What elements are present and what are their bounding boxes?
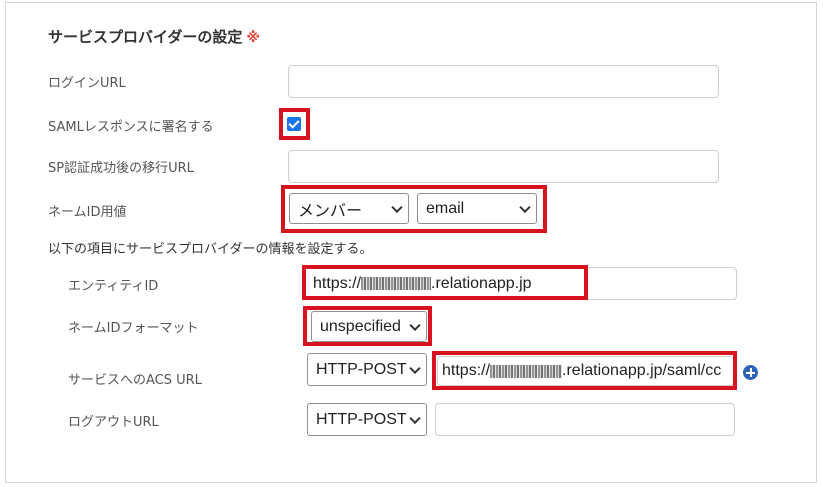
- name-id-source-value: メンバー: [298, 202, 363, 220]
- acs-url-value: https:// .relationapp.jp/saml/cc: [442, 357, 729, 385]
- acs-url-suffix: .relationapp.jp/saml/cc: [562, 362, 722, 379]
- entity-id-value: https:// .relationapp.jp: [313, 268, 728, 299]
- redacted-text: [361, 277, 432, 290]
- name-id-format-value: unspecified: [320, 317, 401, 335]
- redacted-text: [490, 364, 563, 378]
- section-title-text: サービスプロバイダーの設定: [48, 28, 243, 46]
- required-mark: ※: [246, 30, 261, 46]
- section-title: サービスプロバイダーの設定 ※: [48, 26, 260, 47]
- name-id-format-label: ネームIDフォーマット: [68, 321, 199, 336]
- acs-url-input[interactable]: https:// .relationapp.jp/saml/cc: [437, 356, 734, 386]
- logout-url-method-select[interactable]: HTTP-POST: [307, 403, 427, 436]
- name-id-source-select[interactable]: メンバー: [289, 193, 409, 224]
- acs-url-prefix: https://: [442, 362, 491, 379]
- chevron-down-icon: [409, 319, 421, 331]
- name-id-field-value: email: [426, 199, 465, 217]
- info-text: 以下の項目にサービスプロバイダーの情報を設定する。: [48, 242, 373, 257]
- name-id-format-select[interactable]: unspecified: [311, 311, 427, 342]
- name-id-field-select[interactable]: email: [417, 193, 537, 224]
- acs-url-label: サービスへのACS URL: [68, 373, 202, 388]
- entity-id-input[interactable]: https:// .relationapp.jp: [304, 267, 737, 300]
- chevron-down-icon: [391, 201, 403, 213]
- name-id-value-label: ネームID用値: [48, 205, 127, 220]
- logout-url-label: ログアウトURL: [68, 415, 159, 430]
- sp-redirect-url-label: SP認証成功後の移行URL: [48, 161, 194, 176]
- logout-url-input[interactable]: [435, 403, 735, 436]
- login-url-label: ログインURL: [48, 76, 126, 91]
- acs-url-method-value: HTTP-POST: [316, 360, 407, 378]
- chevron-down-icon: [409, 412, 421, 424]
- entity-id-label: エンティティID: [68, 279, 159, 294]
- login-url-input[interactable]: [288, 65, 719, 98]
- chevron-down-icon: [519, 201, 531, 213]
- saml-sign-checkbox[interactable]: [287, 117, 301, 131]
- add-acs-url-icon[interactable]: [743, 365, 758, 380]
- saml-sign-label: SAMLレスポンスに署名する: [48, 120, 214, 135]
- logout-url-method-value: HTTP-POST: [316, 410, 407, 428]
- entity-id-suffix: .relationapp.jp: [431, 274, 532, 292]
- entity-id-prefix: https://: [313, 274, 362, 292]
- acs-url-method-select[interactable]: HTTP-POST: [307, 353, 427, 386]
- chevron-down-icon: [409, 362, 421, 374]
- sp-redirect-url-input[interactable]: [288, 150, 719, 183]
